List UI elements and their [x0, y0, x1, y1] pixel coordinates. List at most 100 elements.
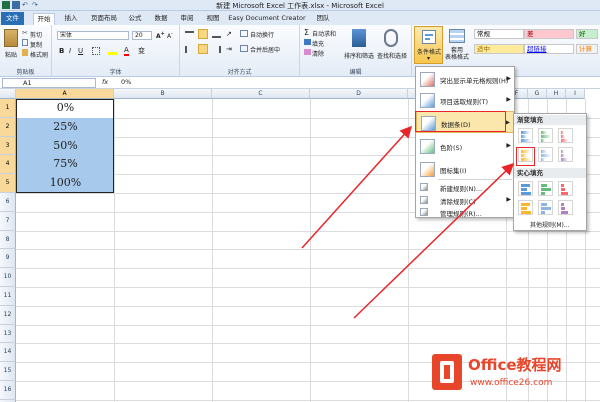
- font-size-select[interactable]: 20: [132, 31, 152, 40]
- phonetic-icon[interactable]: 变: [138, 46, 145, 56]
- column-header-C[interactable]: C: [212, 89, 310, 99]
- cell-style-2[interactable]: 好: [576, 29, 598, 39]
- cf-menu-item-4[interactable]: 图标集(I) ▶: [416, 159, 514, 179]
- data-bar-option[interactable]: [538, 181, 553, 196]
- table-format-button[interactable]: 套用 表格格式: [445, 47, 469, 61]
- column-header-H[interactable]: H: [547, 89, 566, 99]
- cf-menu-item-2[interactable]: 数据条(D) ▶: [416, 111, 514, 133]
- tab-7[interactable]: 视图: [202, 13, 224, 25]
- underline-icon[interactable]: U: [78, 47, 83, 55]
- cell-A1[interactable]: 0%: [17, 99, 114, 118]
- align-left-icon[interactable]: [185, 46, 194, 53]
- cell-style-3[interactable]: 适中: [474, 44, 524, 54]
- data-bar-option[interactable]: [558, 128, 573, 143]
- italic-icon[interactable]: I: [69, 47, 71, 55]
- data-bar-option[interactable]: [538, 128, 553, 143]
- row-header-4[interactable]: 4: [0, 155, 16, 175]
- formula-input[interactable]: 0%: [118, 78, 408, 88]
- more-rules-item[interactable]: 其他规则(M)...: [530, 220, 570, 229]
- cut-button[interactable]: 剪切: [30, 30, 42, 39]
- wrap-text-button[interactable]: 自动换行: [250, 30, 274, 39]
- fill-button[interactable]: 填充: [312, 39, 324, 48]
- row-header-6[interactable]: 6: [0, 193, 16, 212]
- orientation-icon[interactable]: ↗: [226, 30, 232, 38]
- row-header-15[interactable]: 15: [0, 362, 16, 381]
- tab-6[interactable]: 审阅: [176, 13, 198, 25]
- copy-button[interactable]: 复制: [30, 40, 42, 49]
- select-all-corner[interactable]: [0, 89, 16, 99]
- row-header-5[interactable]: 5: [0, 174, 16, 193]
- row-header-13[interactable]: 13: [0, 324, 16, 344]
- tab-3[interactable]: 页面布局: [87, 13, 121, 25]
- cell-A5[interactable]: 100%: [17, 174, 114, 193]
- data-bar-option[interactable]: [538, 147, 553, 162]
- column-header-B[interactable]: B: [114, 89, 212, 99]
- column-header-D[interactable]: D: [310, 89, 408, 99]
- bold-icon[interactable]: B: [59, 47, 64, 55]
- format-painter-button[interactable]: 格式刷: [30, 50, 48, 59]
- tab-9[interactable]: 团队: [312, 13, 334, 25]
- cf-menu-item-0[interactable]: 突出显示单元格规则(H) ▶: [416, 69, 514, 89]
- row-header-7[interactable]: 7: [0, 211, 16, 231]
- cf-menu-item-6[interactable]: 清除规则(C) ▶: [416, 194, 514, 206]
- align-center-icon[interactable]: [198, 44, 208, 54]
- fx-icon[interactable]: fx: [102, 78, 108, 86]
- row-header-8[interactable]: 8: [0, 230, 16, 250]
- row-header-1[interactable]: 1: [0, 99, 16, 118]
- tab-8[interactable]: Easy Document Creator: [228, 13, 306, 25]
- cf-menu-item-1[interactable]: 项目选取规则(T) ▶: [416, 90, 514, 110]
- data-bar-option[interactable]: [518, 200, 533, 215]
- merge-center-button[interactable]: 合并后居中: [250, 45, 280, 54]
- align-right-icon[interactable]: [212, 46, 221, 53]
- row-header-2[interactable]: 2: [0, 117, 16, 137]
- align-middle-icon[interactable]: [198, 29, 208, 39]
- column-header-I[interactable]: I: [566, 89, 585, 99]
- paste-button[interactable]: 粘贴: [5, 50, 17, 59]
- grow-font-icon[interactable]: A+: [156, 31, 165, 40]
- cf-menu-item-3[interactable]: 色阶(S) ▶: [416, 136, 514, 156]
- column-header-A[interactable]: A: [16, 89, 114, 99]
- tab-4[interactable]: 公式: [124, 13, 146, 25]
- data-bar-option[interactable]: [558, 181, 573, 196]
- row-header-16[interactable]: 16: [0, 381, 16, 400]
- cf-menu-item-7[interactable]: 管理规则(R)...: [416, 206, 514, 218]
- tab-2[interactable]: 插入: [60, 13, 82, 25]
- fill-color-icon[interactable]: [108, 47, 117, 55]
- row-header-11[interactable]: 11: [0, 287, 16, 306]
- tab-0[interactable]: 文件: [1, 12, 24, 25]
- cell-style-4[interactable]: 超链接: [524, 44, 574, 54]
- row-header-9[interactable]: 9: [0, 249, 16, 269]
- shrink-font-icon[interactable]: A-: [167, 31, 173, 40]
- font-color-icon[interactable]: A: [124, 46, 129, 56]
- row-header-14[interactable]: 14: [0, 343, 16, 363]
- clear-button[interactable]: 清除: [312, 49, 324, 58]
- cell-style-0[interactable]: 常规: [474, 29, 524, 39]
- cell-style-5[interactable]: 计算: [576, 44, 598, 54]
- conditional-format-button[interactable]: 条件格式 ▾: [414, 26, 443, 64]
- sort-filter-button[interactable]: 排序和筛选: [344, 51, 374, 60]
- cell-A3[interactable]: 50%: [17, 136, 114, 156]
- align-bottom-icon[interactable]: [212, 31, 221, 38]
- row-header-12[interactable]: 12: [0, 305, 16, 325]
- data-bar-option[interactable]: [558, 200, 573, 215]
- autosum-button[interactable]: 自动求和: [312, 29, 336, 38]
- cell-style-1[interactable]: 差: [524, 29, 574, 39]
- data-bar-option[interactable]: [518, 147, 533, 162]
- row-header-3[interactable]: 3: [0, 136, 16, 156]
- data-bar-option[interactable]: [518, 128, 533, 143]
- cell-A2[interactable]: 25%: [17, 117, 114, 137]
- font-name-select[interactable]: 宋体: [57, 31, 129, 40]
- data-bar-option[interactable]: [538, 200, 553, 215]
- data-bar-option[interactable]: [558, 147, 573, 162]
- indent-icon[interactable]: ⇥: [226, 45, 232, 53]
- tab-5[interactable]: 数据: [150, 13, 172, 25]
- border-icon[interactable]: [92, 47, 100, 55]
- column-header-G[interactable]: G: [528, 89, 547, 99]
- align-top-icon[interactable]: [185, 31, 194, 38]
- find-select-button[interactable]: 查找和选择: [377, 51, 407, 60]
- paste-icon[interactable]: [4, 29, 18, 47]
- row-header-10[interactable]: 10: [0, 268, 16, 287]
- cf-menu-item-5[interactable]: 新建规则(N)...: [416, 181, 514, 193]
- name-box[interactable]: A1: [2, 78, 96, 88]
- cell-A4[interactable]: 75%: [17, 155, 114, 175]
